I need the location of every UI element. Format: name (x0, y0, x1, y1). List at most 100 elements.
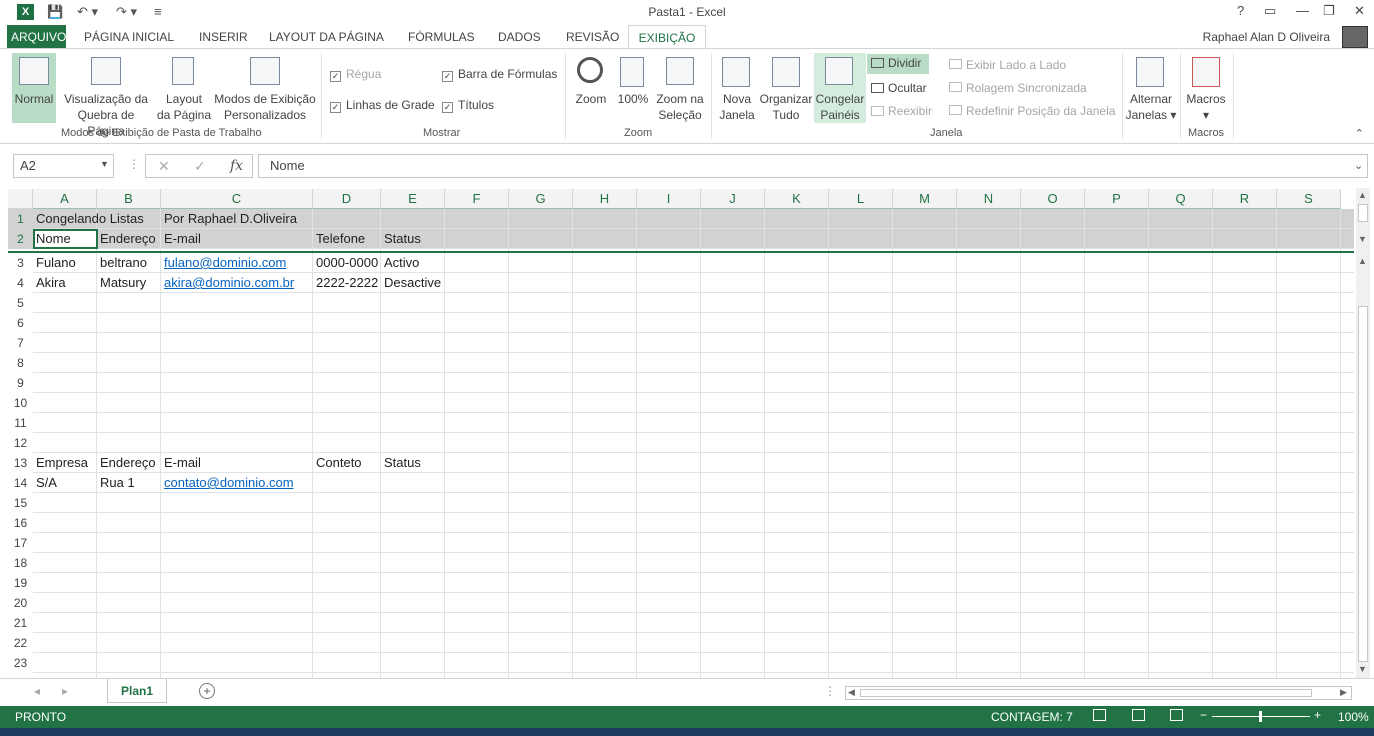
row-header-16[interactable]: 16 (8, 513, 33, 533)
column-header-E[interactable]: E (381, 189, 445, 209)
row-header-8[interactable]: 8 (8, 353, 33, 373)
row-header-17[interactable]: 17 (8, 533, 33, 553)
cell-B3[interactable]: beltrano (97, 253, 147, 273)
cell-E4[interactable]: Desactive (381, 273, 441, 293)
row-header-18[interactable]: 18 (8, 553, 33, 573)
sheet-tab-plan1[interactable]: Plan1 (107, 679, 167, 703)
column-header-R[interactable]: R (1213, 189, 1277, 209)
column-header-F[interactable]: F (445, 189, 509, 209)
scroll-up-icon[interactable]: ▲ (1358, 190, 1367, 200)
avatar[interactable] (1342, 26, 1368, 48)
scroll-right-icon[interactable]: ▶ (1340, 687, 1347, 698)
row-header-2[interactable]: 2 (8, 229, 33, 249)
cell-D4[interactable]: 2222-2222 (313, 273, 378, 293)
page-layout-status-icon[interactable] (1132, 709, 1145, 721)
name-box-dropdown-icon[interactable]: ▼ (100, 159, 109, 169)
column-header-A[interactable]: A (33, 189, 97, 209)
name-box[interactable]: A2 (13, 154, 114, 178)
expand-formula-bar-icon[interactable]: ⌄ (1354, 159, 1363, 172)
column-header-N[interactable]: N (957, 189, 1021, 209)
add-sheet-icon[interactable]: + (199, 683, 215, 699)
cell-B13[interactable]: Endereço (97, 453, 156, 473)
hscroll-thumb[interactable] (860, 689, 1312, 697)
help-icon[interactable]: ? (1237, 3, 1244, 18)
cell-A4[interactable]: Akira (33, 273, 66, 293)
select-all-corner[interactable] (8, 189, 33, 209)
user-name[interactable]: Raphael Alan D Oliveira (1203, 30, 1330, 44)
column-header-I[interactable]: I (637, 189, 701, 209)
normal-view-status-icon[interactable] (1093, 709, 1106, 721)
unhide-button[interactable]: Reexibir (867, 103, 932, 119)
next-sheet-icon[interactable]: ▸ (62, 684, 68, 698)
new-window-button[interactable]: Nova Janela (717, 91, 757, 123)
row-header-15[interactable]: 15 (8, 493, 33, 513)
zoom-level[interactable]: 100% (1338, 710, 1369, 724)
cell-C4-link[interactable]: akira@dominio.com.br (161, 273, 294, 293)
row-header-22[interactable]: 22 (8, 633, 33, 653)
row-header-19[interactable]: 19 (8, 573, 33, 593)
cell-D2[interactable]: Telefone (313, 229, 365, 249)
row-header-11[interactable]: 11 (8, 413, 33, 433)
scroll-down-icon[interactable]: ▼ (1358, 664, 1367, 674)
restore-icon[interactable]: ❐ (1323, 3, 1335, 19)
column-header-J[interactable]: J (701, 189, 765, 209)
macros-button[interactable]: Macros ▾ (1184, 91, 1228, 123)
row-header-3[interactable]: 3 (8, 253, 33, 273)
scroll-thumb-top[interactable] (1358, 204, 1368, 222)
prev-sheet-icon[interactable]: ◂ (34, 684, 40, 698)
cell-C1[interactable]: Por Raphael D.Oliveira (161, 209, 297, 229)
minimize-icon[interactable]: — (1296, 3, 1309, 18)
cell-C14-link[interactable]: contato@dominio.com (161, 473, 294, 493)
zoom-selection-button[interactable]: Zoom na Seleção (653, 91, 707, 123)
row-header-13[interactable]: 13 (8, 453, 33, 473)
cell-C13[interactable]: E-mail (161, 453, 201, 473)
arrange-all-button[interactable]: Organizar Tudo (758, 91, 814, 123)
row-header-23[interactable]: 23 (8, 653, 33, 673)
reset-window-position-button[interactable]: Redefinir Posição da Janela (949, 103, 1115, 119)
zoom-slider-thumb[interactable] (1259, 711, 1262, 722)
column-header-M[interactable]: M (893, 189, 957, 209)
ruler-checkbox[interactable]: ✓ Régua (330, 66, 381, 82)
cell-A1[interactable]: Congelando Listas (33, 209, 144, 229)
row-header-9[interactable]: 9 (8, 373, 33, 393)
zoom-out-icon[interactable]: − (1200, 708, 1207, 722)
tab-pagina-inicial[interactable]: PÁGINA INICIAL (80, 25, 178, 49)
zoom-in-icon[interactable]: + (1314, 708, 1321, 722)
column-header-P[interactable]: P (1085, 189, 1149, 209)
switch-windows-button[interactable]: Alternar Janelas ▾ (1124, 91, 1178, 123)
row-header-14[interactable]: 14 (8, 473, 33, 493)
cell-E13[interactable]: Status (381, 453, 421, 473)
split-button[interactable]: Dividir (867, 54, 929, 74)
view-side-by-side-button[interactable]: Exibir Lado a Lado (949, 57, 1066, 73)
scroll-thumb[interactable] (1358, 306, 1368, 662)
row-header-10[interactable]: 10 (8, 393, 33, 413)
row-header-7[interactable]: 7 (8, 333, 33, 353)
ribbon-display-options-icon[interactable]: ▭ (1264, 3, 1276, 19)
cell-A13[interactable]: Empresa (33, 453, 88, 473)
scroll-down-icon[interactable]: ▼ (1358, 234, 1367, 244)
zoom-100-button[interactable]: 100% (615, 91, 651, 107)
row-header-6[interactable]: 6 (8, 313, 33, 333)
cancel-icon[interactable]: ✕ (158, 158, 170, 175)
formula-bar-checkbox[interactable]: ✓ Barra de Fórmulas (442, 66, 557, 82)
cell-A2-selected[interactable]: Nome (33, 229, 98, 249)
tab-split-grip-icon[interactable]: ⋮ (824, 684, 836, 698)
column-header-G[interactable]: G (509, 189, 573, 209)
row-header-1[interactable]: 1 (8, 209, 33, 229)
cell-E3[interactable]: Activo (381, 253, 419, 273)
column-header-S[interactable]: S (1277, 189, 1341, 209)
freeze-panes-button[interactable]: Congelar Painéis (814, 53, 866, 123)
tab-layout-da-pagina[interactable]: LAYOUT DA PÁGINA (265, 25, 388, 49)
column-header-L[interactable]: L (829, 189, 893, 209)
tab-formulas[interactable]: FÓRMULAS (404, 25, 479, 49)
cell-D3[interactable]: 0000-0000 (313, 253, 378, 273)
formula-input[interactable]: Nome (258, 154, 1368, 178)
gridlines-checkbox[interactable]: ✓ Linhas de Grade (330, 97, 435, 113)
enter-icon[interactable]: ✓ (194, 158, 206, 175)
hide-button[interactable]: Ocultar (867, 80, 927, 96)
cell-A3[interactable]: Fulano (33, 253, 76, 273)
row-header-5[interactable]: 5 (8, 293, 33, 313)
cell-C2[interactable]: E-mail (161, 229, 201, 249)
row-header-21[interactable]: 21 (8, 613, 33, 633)
normal-view-button[interactable]: Normal (12, 53, 56, 123)
